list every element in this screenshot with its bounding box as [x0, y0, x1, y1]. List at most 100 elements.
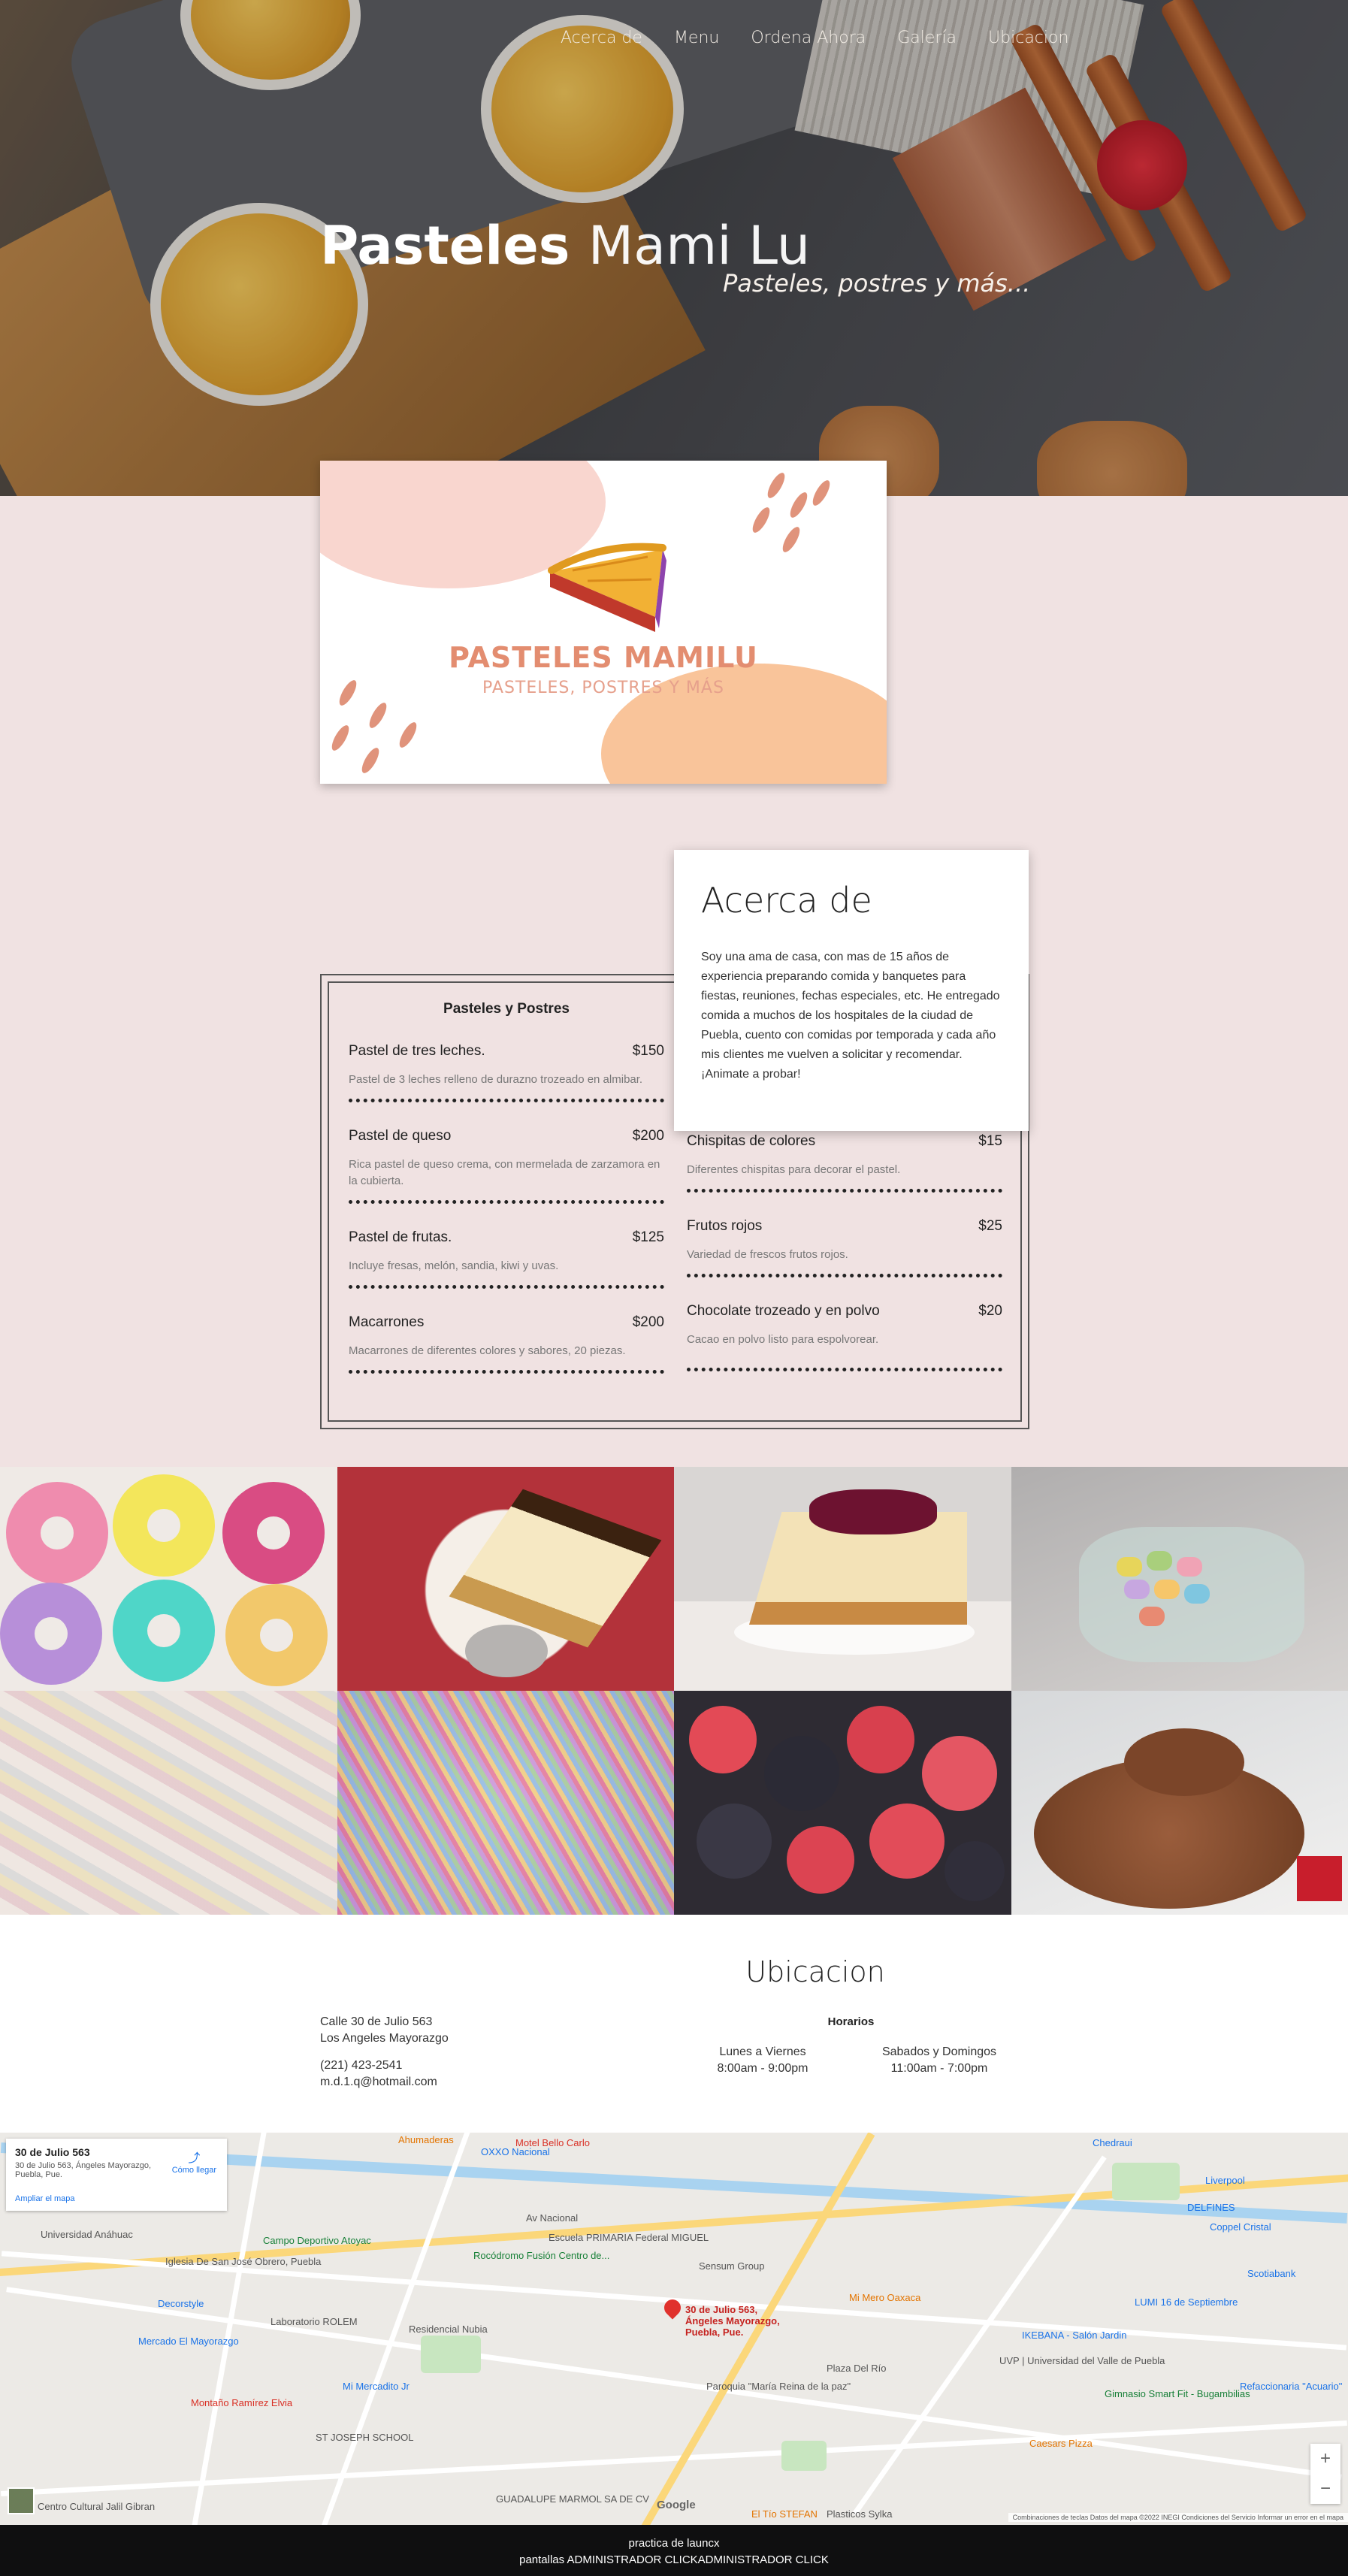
- berry-topping-image: [809, 1489, 937, 1534]
- menu-item-price: $15: [978, 1133, 1002, 1149]
- map-label: Rocódromo Fusión Centro de...: [473, 2250, 610, 2261]
- map-label: Universidad Anáhuac: [41, 2229, 133, 2240]
- macaron-image: [1183, 1584, 1210, 1604]
- map-label: Mi Mero Oaxaca: [849, 2292, 921, 2303]
- gallery-image-berry-cheesecake[interactable]: [674, 1467, 1011, 1691]
- menu-item-name: Frutos rojos: [687, 1218, 763, 1234]
- map-label: DELFINES: [1187, 2202, 1235, 2213]
- menu-item-name: Chocolate trozeado y en polvo: [687, 1303, 880, 1319]
- menu-item-price: $150: [632, 1043, 664, 1059]
- footer-line2: pantallas ADMINISTRADOR CLICKADMINISTRAD…: [519, 2553, 829, 2566]
- nav-link-ordena[interactable]: Ordena Ahora: [751, 29, 866, 47]
- map-label: Av Nacional: [526, 2212, 579, 2224]
- raspberry-image: [847, 1706, 914, 1773]
- gallery-image-berries[interactable]: [674, 1691, 1011, 1915]
- marshmallows-texture: [0, 1691, 337, 1915]
- donut-image: [113, 1474, 215, 1577]
- google-map[interactable]: Av Nacional Universidad Anáhuac Mercado …: [0, 2133, 1348, 2525]
- map-park: [421, 2336, 481, 2373]
- hero-title: Pasteles Mami Lu: [320, 215, 810, 277]
- menu-item-name: Pastel de frutas.: [349, 1229, 452, 1245]
- weekend-hours: 11:00am - 7:00pm: [890, 2062, 988, 2075]
- gallery-image-cheesecake-slice[interactable]: [337, 1467, 674, 1691]
- about-text: Soy una ama de casa, con mas de 15 años …: [701, 951, 1000, 1081]
- email[interactable]: m.d.1.q@hotmail.com: [320, 2074, 449, 2091]
- menu-column-left: Pasteles y Postres Pastel de tres leches…: [349, 1001, 664, 1399]
- google-logo: Google: [657, 2499, 696, 2511]
- directions-label: Cómo llegar: [171, 2166, 216, 2175]
- menu-item-desc: Diferentes chispitas para decorar el pas…: [687, 1163, 901, 1176]
- nav-link-ubicacion[interactable]: Ubicacion: [988, 29, 1068, 47]
- donut-image: [6, 1482, 108, 1584]
- phone[interactable]: (221) 423-2541: [320, 2057, 449, 2074]
- decor-drop: [366, 700, 390, 730]
- hero-title-light: Mami Lu: [588, 215, 811, 277]
- decor-drop: [396, 720, 420, 750]
- gallery-image-sprinkles[interactable]: [337, 1691, 674, 1915]
- address-line2: Los Angeles Mayorazgo: [320, 2032, 449, 2045]
- can-image: [1296, 1856, 1342, 1901]
- menu-item: Chispitas de colores $15 Diferentes chisp…: [687, 1133, 1002, 1193]
- map-label: ST JOSEPH SCHOOL: [316, 2432, 414, 2443]
- nav-link-menu[interactable]: Menu: [674, 29, 719, 47]
- macaron-image: [1153, 1580, 1180, 1599]
- location-section: Ubicacion Calle 30 de Julio 563 Los Ange…: [0, 1915, 1348, 2133]
- zoom-out-button[interactable]: −: [1310, 2474, 1340, 2504]
- map-info-card: 30 de Julio 563 30 de Julio 563, Ángeles…: [6, 2139, 227, 2211]
- decor-drop: [749, 505, 773, 535]
- gallery-image-donuts[interactable]: [0, 1467, 337, 1691]
- gallery-image-marshmallows[interactable]: [0, 1691, 337, 1915]
- menu-column-right: Chispitas de colores $15 Diferentes chisp…: [687, 1133, 1002, 1371]
- map-park: [1112, 2163, 1180, 2200]
- decor-drop: [787, 490, 811, 520]
- decor-drop: [328, 723, 352, 753]
- menu-item-name: Macarrones: [349, 1314, 425, 1330]
- map-label: UVP | Universidad del Valle de Puebla: [999, 2355, 1165, 2366]
- weekend-label: Sabados y Domingos: [881, 2045, 997, 2058]
- nav-link-acerca[interactable]: Acerca de: [561, 29, 642, 47]
- map-label: Mi Mercadito Jr: [343, 2381, 410, 2392]
- menu-item-price: $20: [978, 1303, 1002, 1319]
- gallery-image-cocoa[interactable]: [1011, 1691, 1348, 1915]
- hours-weekdays: Lunes a Viernes 8:00am - 9:00pm: [714, 2044, 812, 2077]
- map-card-address: 30 de Julio 563, Ángeles Mayorazgo, Pueb…: [15, 2161, 152, 2179]
- nav-link-galeria[interactable]: Galería: [897, 29, 957, 47]
- address-block: Calle 30 de Julio 563 Los Angeles Mayora…: [320, 2014, 449, 2091]
- zoom-in-button[interactable]: +: [1310, 2444, 1340, 2474]
- footer-line1: practica de launcx: [628, 2537, 720, 2550]
- menu-heading: Pasteles y Postres: [443, 1001, 570, 1017]
- satellite-thumbnail[interactable]: [8, 2487, 35, 2514]
- gallery: [0, 1467, 1348, 1915]
- directions-link[interactable]: ⤴ Cómo llegar: [172, 2148, 216, 2175]
- map-label: Plasticos Sylka: [827, 2508, 893, 2520]
- menu-item-desc: Cacao en polvo listo para espolvorear.: [687, 1333, 879, 1346]
- blackberry-image: [945, 1841, 1005, 1901]
- map-label: IKEBANA - Salón Jardin: [1022, 2330, 1127, 2341]
- menu-item-desc: Rica pastel de queso crema, con mermelad…: [349, 1158, 660, 1187]
- menu-item: Pastel de frutas. $125 Incluye fresas, me…: [349, 1229, 664, 1289]
- map-label: LUMI 16 de Septiembre: [1135, 2296, 1238, 2308]
- location-title: Ubicacion: [745, 1955, 885, 1988]
- map-label: Decorstyle: [158, 2298, 204, 2309]
- donut-image: [0, 1583, 102, 1685]
- menu-item: Pastel de tres leches. $150 Pastel de 3 l…: [349, 1043, 664, 1102]
- blackberry-image: [764, 1736, 839, 1811]
- main-nav: Acerca de Menu Ordena Ahora Galería Ubic…: [561, 29, 1068, 47]
- page-footer: practica de launcx pantallas ADMINISTRAD…: [0, 2525, 1348, 2576]
- menu-item-desc: Macarrones de diferentes colores y sabor…: [349, 1344, 626, 1357]
- map-label: Mercado El Mayorazgo: [138, 2336, 239, 2347]
- map-label: Liverpool: [1205, 2175, 1245, 2186]
- map-label: Coppel Cristal: [1210, 2221, 1271, 2233]
- menu-item-desc: Pastel de 3 leches relleno de durazno tr…: [349, 1073, 643, 1086]
- map-label: Plaza Del Río: [827, 2363, 887, 2374]
- address-line1: Calle 30 de Julio 563: [320, 2015, 433, 2028]
- map-label: Gimnasio Smart Fit - Bugambilias: [1105, 2388, 1250, 2399]
- hero-subtitle: Pasteles, postres y más...: [723, 269, 1031, 298]
- about-card: Acerca de Soy una ama de casa, con mas d…: [674, 850, 1029, 1131]
- gallery-image-macarons[interactable]: [1011, 1467, 1348, 1691]
- enlarge-map-link[interactable]: Ampliar el mapa: [15, 2194, 74, 2203]
- menu-item-name: Pastel de queso: [349, 1128, 452, 1144]
- spoon-image: [1123, 1728, 1244, 1796]
- menu-item-desc: Variedad de frescos frutos rojos.: [687, 1248, 848, 1261]
- map-label: El Tío STEFAN: [751, 2508, 818, 2520]
